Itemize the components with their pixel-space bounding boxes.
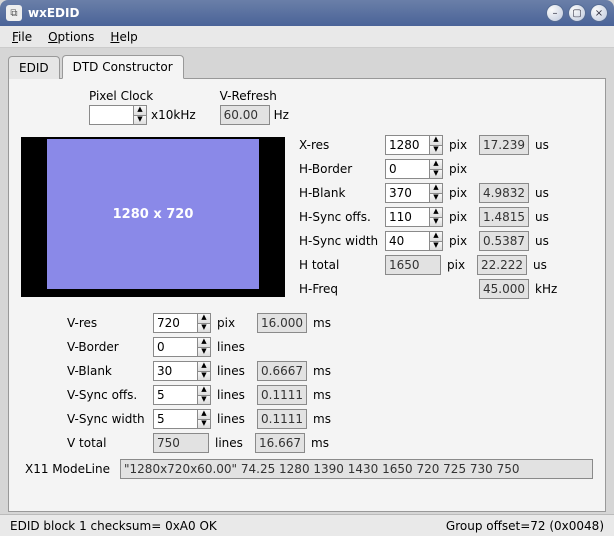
xres-input[interactable] bbox=[385, 135, 429, 155]
hfreq-value bbox=[479, 279, 529, 299]
vsyncwidth-time bbox=[257, 409, 307, 429]
hsyncoffs-label: H-Sync offs. bbox=[299, 210, 379, 224]
app-icon: ⧉ bbox=[6, 5, 22, 21]
pix-unit: pix bbox=[449, 234, 473, 248]
preview-box: 1280 x 720 bbox=[21, 137, 285, 297]
vtotal-value bbox=[153, 433, 209, 453]
khz-unit: kHz bbox=[535, 282, 553, 296]
htotal-time bbox=[477, 255, 527, 275]
window-title: wxEDID bbox=[28, 6, 542, 20]
tab-panel: Pixel Clock ▲▼ x10kHz V-Refresh Hz bbox=[8, 78, 606, 512]
vborder-input[interactable] bbox=[153, 337, 197, 357]
pixel-clock-unit: x10kHz bbox=[151, 108, 196, 122]
pix-unit: pix bbox=[449, 138, 473, 152]
ms-unit: ms bbox=[313, 364, 335, 378]
vres-input[interactable] bbox=[153, 313, 197, 333]
maximize-button[interactable]: ▢ bbox=[568, 4, 586, 22]
tab-edid[interactable]: EDID bbox=[8, 56, 60, 79]
hsyncwidth-time bbox=[479, 231, 529, 251]
statusbar: EDID block 1 checksum= 0xA0 OK Group off… bbox=[0, 514, 614, 536]
vsyncoffs-label: V-Sync offs. bbox=[67, 388, 147, 402]
hsyncoffs-time bbox=[479, 207, 529, 227]
vsyncoffs-input[interactable] bbox=[153, 385, 197, 405]
pix-unit: pix bbox=[449, 210, 473, 224]
us-unit: us bbox=[535, 186, 553, 200]
vres-time bbox=[257, 313, 307, 333]
lines-unit: lines bbox=[217, 388, 251, 402]
vborder-label: V-Border bbox=[67, 340, 147, 354]
modeline-label: X11 ModeLine bbox=[25, 462, 110, 476]
vblank-spinner[interactable]: ▲▼ bbox=[197, 361, 211, 381]
us-unit: us bbox=[533, 258, 551, 272]
hborder-input[interactable] bbox=[385, 159, 429, 179]
vblank-input[interactable] bbox=[153, 361, 197, 381]
vrefresh-unit: Hz bbox=[274, 108, 289, 122]
menu-file[interactable]: File bbox=[4, 28, 40, 46]
ms-unit: ms bbox=[313, 388, 335, 402]
status-right: Group offset=72 (0x0048) bbox=[446, 519, 604, 533]
vsyncwidth-spinner[interactable]: ▲▼ bbox=[197, 409, 211, 429]
pix-unit: pix bbox=[449, 162, 473, 176]
hblank-label: H-Blank bbox=[299, 186, 379, 200]
tab-bar: EDID DTD Constructor bbox=[8, 54, 606, 78]
pixel-clock-input[interactable] bbox=[89, 105, 133, 125]
vsyncwidth-label: V-Sync width bbox=[67, 412, 147, 426]
xres-time bbox=[479, 135, 529, 155]
menu-options[interactable]: Options bbox=[40, 28, 102, 46]
ms-unit: ms bbox=[313, 316, 335, 330]
pix-unit: pix bbox=[447, 258, 471, 272]
close-button[interactable]: × bbox=[590, 4, 608, 22]
vsyncwidth-input[interactable] bbox=[153, 409, 197, 429]
lines-unit: lines bbox=[217, 412, 251, 426]
modeline-value[interactable] bbox=[120, 459, 593, 479]
hblank-input[interactable] bbox=[385, 183, 429, 203]
tab-dtd-constructor[interactable]: DTD Constructor bbox=[62, 55, 184, 79]
vsyncoffs-time bbox=[257, 385, 307, 405]
hsyncwidth-label: H-Sync width bbox=[299, 234, 379, 248]
menubar: File Options Help bbox=[0, 26, 614, 48]
menu-help[interactable]: Help bbox=[102, 28, 145, 46]
hsyncoffs-spinner[interactable]: ▲▼ bbox=[429, 207, 443, 227]
pix-unit: pix bbox=[449, 186, 473, 200]
hsyncwidth-input[interactable] bbox=[385, 231, 429, 251]
ms-unit: ms bbox=[311, 436, 333, 450]
vblank-time bbox=[257, 361, 307, 381]
vsyncoffs-spinner[interactable]: ▲▼ bbox=[197, 385, 211, 405]
lines-unit: lines bbox=[215, 436, 249, 450]
vborder-spinner[interactable]: ▲▼ bbox=[197, 337, 211, 357]
vblank-label: V-Blank bbox=[67, 364, 147, 378]
pixel-clock-label: Pixel Clock bbox=[89, 89, 196, 103]
us-unit: us bbox=[535, 210, 553, 224]
hfreq-label: H-Freq bbox=[299, 282, 379, 296]
ms-unit: ms bbox=[313, 412, 335, 426]
hsyncwidth-spinner[interactable]: ▲▼ bbox=[429, 231, 443, 251]
us-unit: us bbox=[535, 234, 553, 248]
us-unit: us bbox=[535, 138, 553, 152]
minimize-button[interactable]: – bbox=[546, 4, 564, 22]
titlebar: ⧉ wxEDID – ▢ × bbox=[0, 0, 614, 26]
hborder-spinner[interactable]: ▲▼ bbox=[429, 159, 443, 179]
vres-label: V-res bbox=[67, 316, 147, 330]
vrefresh-value bbox=[220, 105, 270, 125]
vrefresh-label: V-Refresh bbox=[220, 89, 289, 103]
lines-unit: lines bbox=[217, 364, 251, 378]
vtotal-label: V total bbox=[67, 436, 147, 450]
htotal-value bbox=[385, 255, 441, 275]
hblank-time bbox=[479, 183, 529, 203]
hborder-label: H-Border bbox=[299, 162, 379, 176]
pix-unit: pix bbox=[217, 316, 251, 330]
status-left: EDID block 1 checksum= 0xA0 OK bbox=[10, 519, 217, 533]
vres-spinner[interactable]: ▲▼ bbox=[197, 313, 211, 333]
hblank-spinner[interactable]: ▲▼ bbox=[429, 183, 443, 203]
pixel-clock-spinner[interactable]: ▲▼ bbox=[133, 105, 147, 125]
xres-spinner[interactable]: ▲▼ bbox=[429, 135, 443, 155]
htotal-label: H total bbox=[299, 258, 379, 272]
preview-resolution: 1280 x 720 bbox=[47, 139, 259, 289]
hsyncoffs-input[interactable] bbox=[385, 207, 429, 227]
xres-label: X-res bbox=[299, 138, 379, 152]
vtotal-time bbox=[255, 433, 305, 453]
lines-unit: lines bbox=[217, 340, 251, 354]
